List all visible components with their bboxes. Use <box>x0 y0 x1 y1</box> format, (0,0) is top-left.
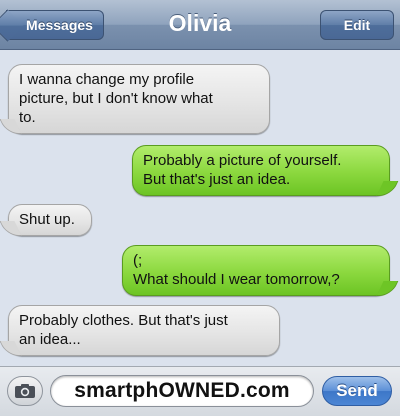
message-bubble-outgoing: Probably a picture of yourself. But that… <box>132 145 399 196</box>
message-text: I wanna change my profile picture, but I… <box>19 71 213 126</box>
message-bubble-outgoing: (; What should I wear tomorrow,? <box>122 245 399 296</box>
message-text: Shut up. <box>19 211 75 228</box>
message-text: (; What should I wear tomorrow,? <box>133 252 340 288</box>
message-bubble-incoming: Shut up. <box>0 204 92 236</box>
message-bubble-incoming: I wanna change my profile picture, but I… <box>0 64 270 134</box>
message-text: Probably a picture of yourself. But that… <box>143 152 342 188</box>
composer-bar: smartphOWNED.com Send <box>0 366 400 416</box>
message-input[interactable]: smartphOWNED.com <box>50 375 314 407</box>
message-bubble-incoming: Probably clothes. But that's just an ide… <box>0 305 280 356</box>
send-button[interactable]: Send <box>322 376 392 406</box>
camera-icon <box>15 384 35 398</box>
camera-button[interactable] <box>7 376 43 406</box>
conversation-thread: I wanna change my profile picture, but I… <box>0 51 400 364</box>
nav-bar: Messages Olivia Edit <box>0 0 400 50</box>
message-text: Probably clothes. But that's just an ide… <box>19 312 228 348</box>
back-button-label: Messages <box>26 17 93 33</box>
edit-button[interactable]: Edit <box>320 10 394 40</box>
